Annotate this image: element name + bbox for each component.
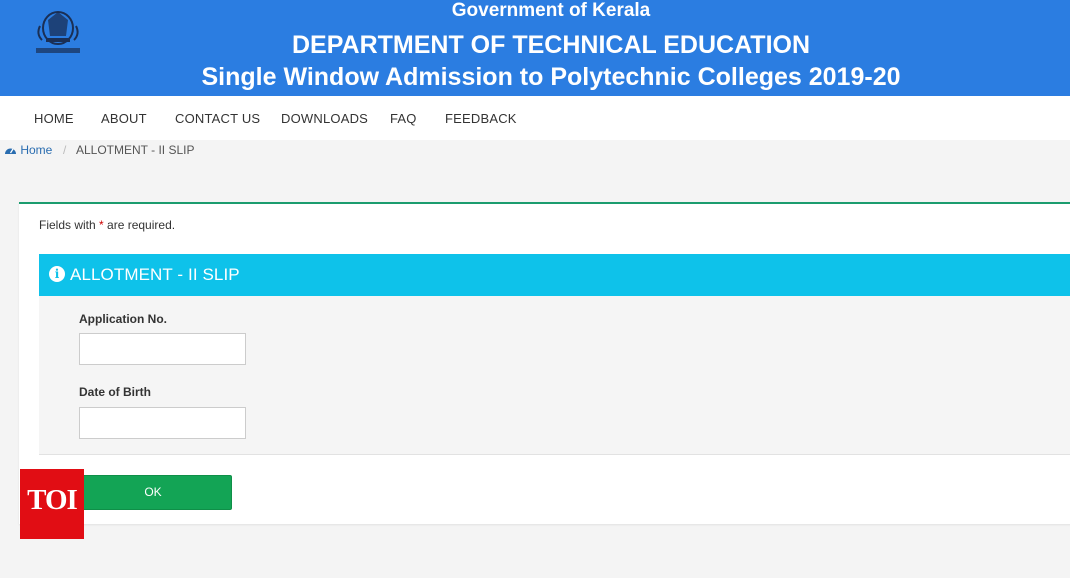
nav-feedback[interactable]: FEEDBACK — [445, 96, 517, 142]
main-nav: HOME ABOUT CONTACT US DOWNLOADS FAQ FEED… — [0, 96, 1070, 140]
nav-downloads[interactable]: DOWNLOADS — [281, 96, 368, 142]
breadcrumb-home-label: Home — [20, 143, 53, 157]
ok-button[interactable]: OK — [74, 475, 232, 510]
breadcrumb-separator: / — [63, 143, 67, 157]
application-no-input[interactable] — [79, 333, 246, 365]
panel-header: i ALLOTMENT - II SLIP — [39, 254, 1070, 296]
nav-about[interactable]: ABOUT — [101, 96, 147, 142]
breadcrumb: Home / ALLOTMENT - II SLIP — [0, 140, 1070, 162]
header-admission-title: Single Window Admission to Polytechnic C… — [201, 63, 901, 91]
breadcrumb-current: ALLOTMENT - II SLIP — [76, 143, 195, 157]
nav-faq[interactable]: FAQ — [390, 96, 417, 142]
dashboard-icon — [5, 148, 16, 154]
breadcrumb-home-link[interactable]: Home — [4, 140, 52, 160]
panel-title: ALLOTMENT - II SLIP — [70, 265, 240, 284]
allotment-panel: i ALLOTMENT - II SLIP Application No. Da… — [39, 254, 1070, 455]
required-note-prefix: Fields with — [39, 218, 100, 232]
header-department-title: DEPARTMENT OF TECHNICAL EDUCATION — [291, 31, 811, 59]
nav-contact-us[interactable]: CONTACT US — [175, 96, 260, 142]
date-of-birth-input[interactable] — [79, 407, 246, 439]
toi-watermark-logo: TOI — [20, 469, 84, 539]
header-government-title: Government of Kerala — [451, 0, 651, 21]
nav-home[interactable]: HOME — [34, 96, 74, 142]
info-icon: i — [49, 266, 65, 282]
form-card: Fields with * are required. i ALLOTMENT … — [19, 202, 1070, 524]
site-header: Government of Kerala DEPARTMENT OF TECHN… — [0, 0, 1070, 96]
required-note: Fields with * are required. — [39, 218, 175, 232]
required-note-suffix: are required. — [103, 218, 176, 232]
application-no-label: Application No. — [79, 312, 167, 326]
date-of-birth-label: Date of Birth — [79, 385, 151, 399]
